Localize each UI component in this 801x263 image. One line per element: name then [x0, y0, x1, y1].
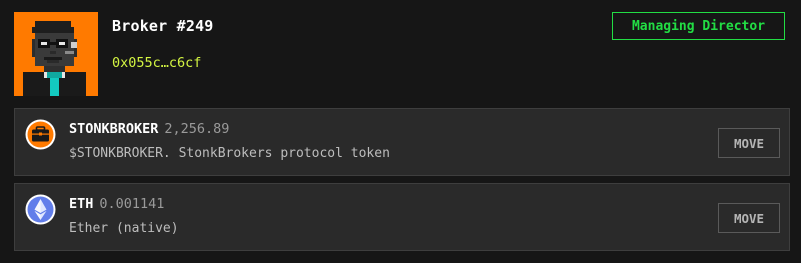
broker-name: Broker #249 — [112, 17, 214, 35]
token-row-eth: ETH 0.001141 Ether (native) MOVE — [14, 183, 790, 251]
token-description: Ether (native) — [69, 221, 179, 236]
broker-avatar — [14, 12, 98, 96]
token-symbol: STONKBROKER — [69, 121, 159, 137]
wallet-panel: Broker #249 0x055c…c6cf Managing Directo… — [0, 0, 801, 263]
briefcase-icon — [25, 119, 56, 150]
pixel-broker-avatar-icon — [14, 12, 98, 96]
role-badge: Managing Director — [612, 12, 785, 40]
token-balance: 2,256.89 — [164, 121, 230, 137]
ethereum-icon — [25, 194, 56, 225]
token-description: $STONKBROKER. StonkBrokers protocol toke… — [69, 146, 390, 161]
move-button[interactable]: MOVE — [718, 128, 780, 158]
token-header: STONKBROKER 2,256.89 — [69, 121, 229, 137]
token-header: ETH 0.001141 — [69, 196, 164, 212]
broker-address[interactable]: 0x055c…c6cf — [112, 55, 201, 71]
move-button[interactable]: MOVE — [718, 203, 780, 233]
token-row-stonkbroker: STONKBROKER 2,256.89 $STONKBROKER. StonkB… — [14, 108, 790, 176]
token-symbol: ETH — [69, 196, 94, 212]
token-balance: 0.001141 — [99, 196, 165, 212]
